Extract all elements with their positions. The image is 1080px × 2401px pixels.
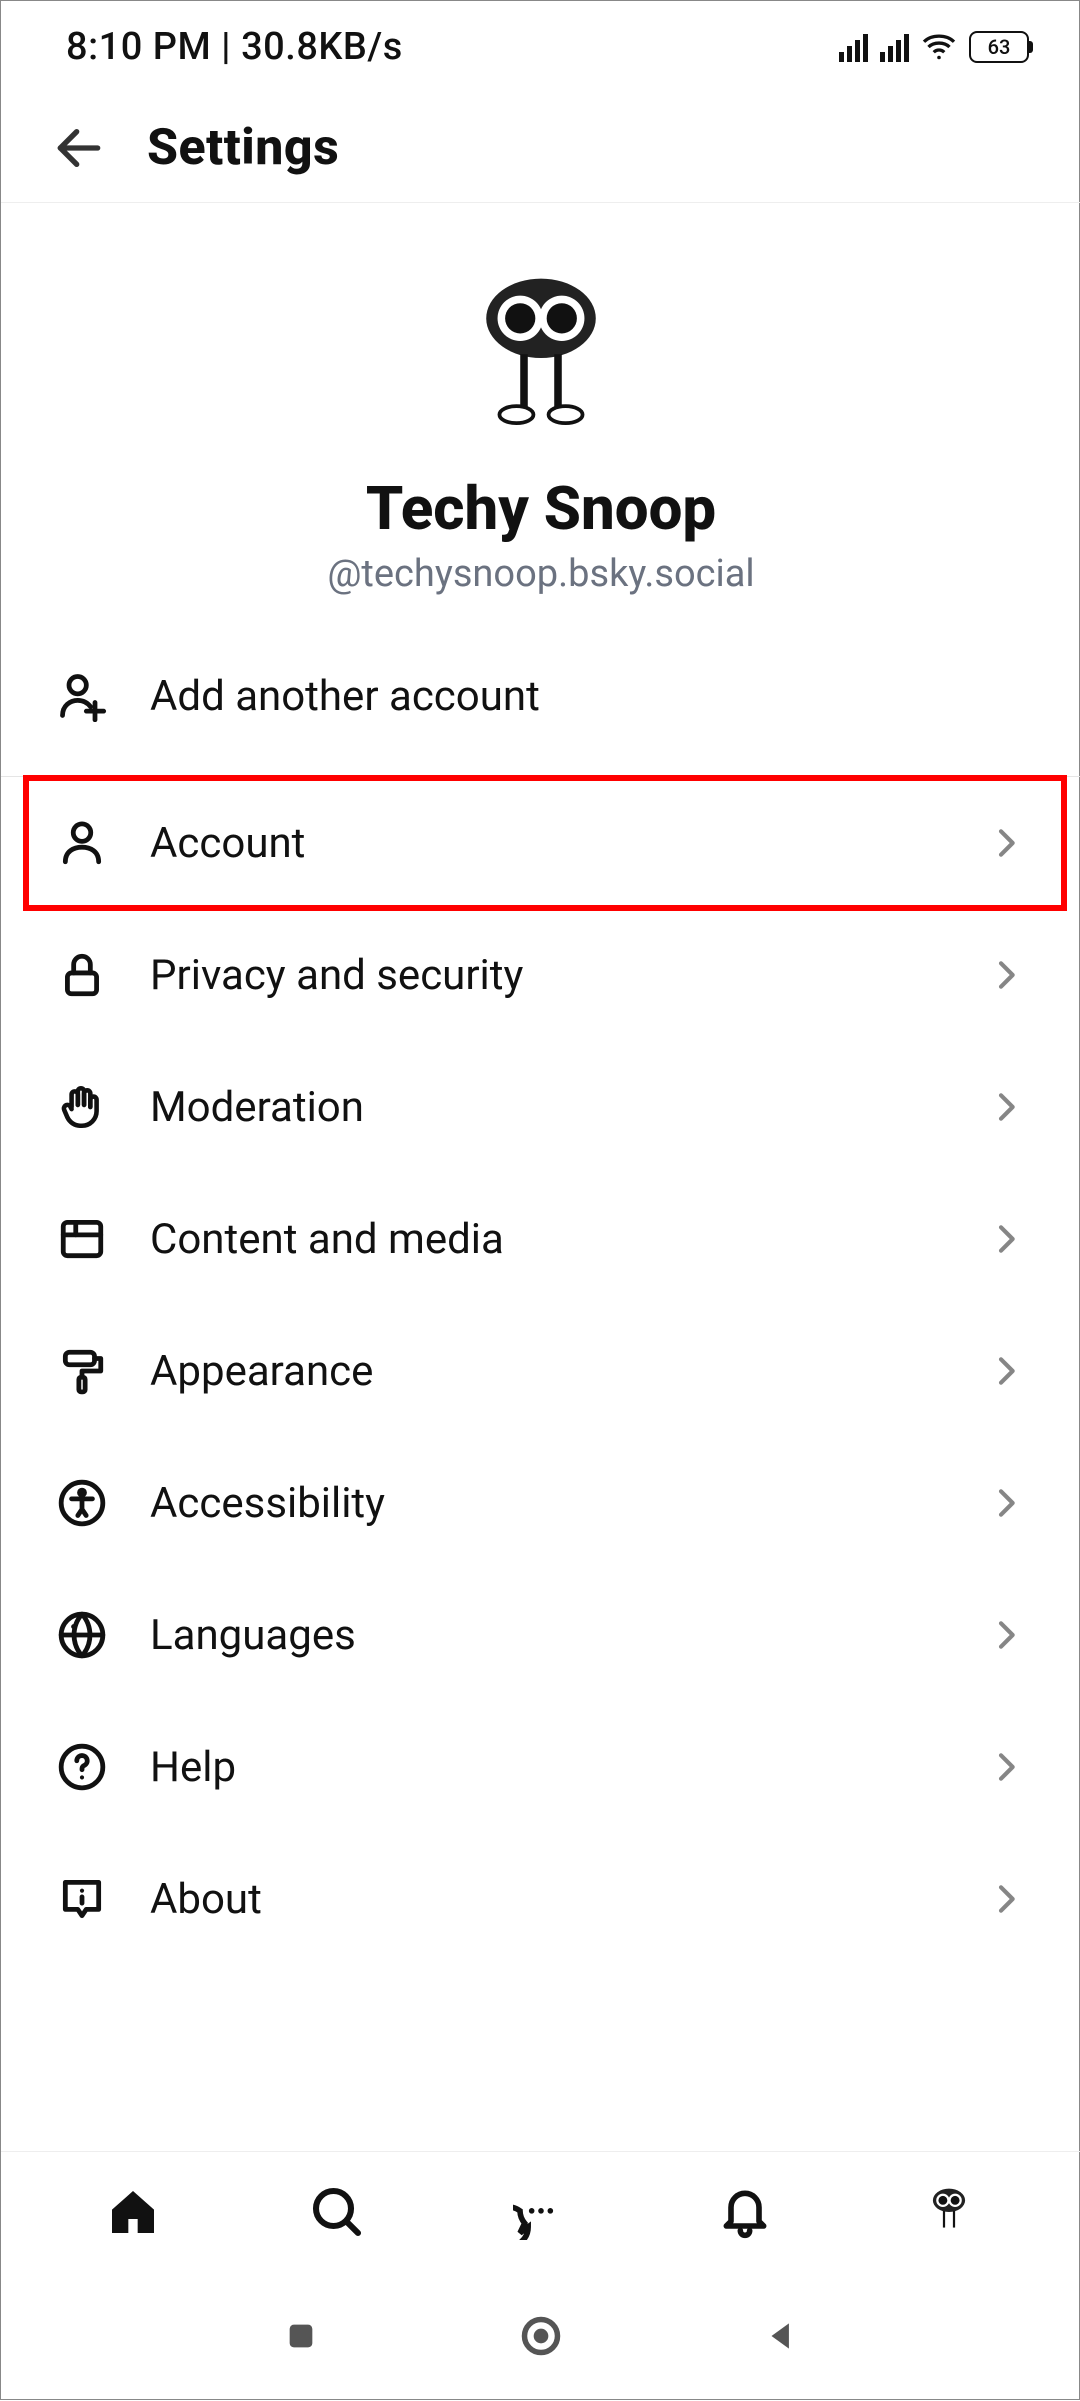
user-icon — [56, 817, 108, 869]
profile-handle: @techysnoop.bsky.social — [327, 552, 754, 596]
triangle-left-icon — [762, 2317, 800, 2355]
layout-icon — [56, 1213, 108, 1265]
status-bar: 8:10 PM | 30.8KB/s 63 — [1, 1, 1080, 93]
sys-recent[interactable] — [279, 2314, 324, 2359]
chevron-right-icon — [986, 1219, 1026, 1259]
settings-item-label: Accessibility — [150, 1479, 986, 1528]
arrow-left-icon — [51, 120, 107, 176]
profile-header[interactable]: Techy Snoop @techysnoop.bsky.social — [1, 203, 1080, 636]
system-nav — [1, 2271, 1080, 2401]
back-button[interactable] — [41, 110, 117, 186]
chevron-right-icon — [986, 1747, 1026, 1787]
cellular-signal-icon-2 — [880, 32, 909, 62]
battery-indicator: 63 — [969, 31, 1029, 63]
chevron-right-icon — [986, 1483, 1026, 1523]
page-title: Settings — [147, 119, 339, 177]
help-icon — [56, 1741, 108, 1793]
settings-item-label: Privacy and security — [150, 951, 986, 1000]
paint-roller-icon — [56, 1345, 108, 1397]
chevron-right-icon — [986, 955, 1026, 995]
hand-icon — [56, 1081, 108, 1133]
settings-item-help[interactable]: Help — [1, 1701, 1080, 1833]
sys-back[interactable] — [759, 2314, 804, 2359]
settings-item-label: Content and media — [150, 1215, 986, 1264]
settings-item-languages[interactable]: Languages — [1, 1569, 1080, 1701]
nav-profile[interactable] — [921, 2184, 977, 2240]
chevron-right-icon — [986, 1087, 1026, 1127]
settings-item-content[interactable]: Content and media — [1, 1173, 1080, 1305]
lock-icon — [56, 949, 108, 1001]
nav-search[interactable] — [309, 2184, 365, 2240]
chevron-right-icon — [986, 1351, 1026, 1391]
chevron-right-icon — [986, 1879, 1026, 1919]
add-account-row[interactable]: Add another account — [1, 636, 1080, 756]
chevron-right-icon — [986, 1615, 1026, 1655]
app-bar: Settings — [1, 93, 1080, 203]
settings-item-moderation[interactable]: Moderation — [1, 1041, 1080, 1173]
bell-icon — [717, 2184, 773, 2240]
settings-item-label: Languages — [150, 1611, 986, 1660]
home-icon — [105, 2184, 161, 2240]
settings-item-about[interactable]: About — [1, 1833, 1080, 1965]
profile-display-name: Techy Snoop — [366, 473, 716, 544]
settings-item-label: Help — [150, 1743, 986, 1792]
chat-icon — [513, 2184, 569, 2240]
wifi-icon — [921, 29, 957, 65]
settings-item-account[interactable]: Account — [1, 777, 1080, 909]
circle-icon — [519, 2314, 563, 2358]
add-account-label: Add another account — [150, 672, 1026, 721]
status-indicators: 63 — [839, 29, 1029, 65]
nav-notifications[interactable] — [717, 2184, 773, 2240]
settings-item-label: Moderation — [150, 1083, 986, 1132]
settings-item-privacy[interactable]: Privacy and security — [1, 909, 1080, 1041]
sys-home[interactable] — [519, 2314, 564, 2359]
avatar-icon — [924, 2187, 974, 2237]
user-plus-icon — [56, 670, 108, 722]
avatar — [456, 273, 626, 443]
accessibility-icon — [56, 1477, 108, 1529]
info-icon — [56, 1873, 108, 1925]
settings-item-label: Account — [150, 819, 986, 868]
settings-content: Techy Snoop @techysnoop.bsky.social Add … — [1, 203, 1080, 2151]
status-time-net: 8:10 PM | 30.8KB/s — [66, 25, 403, 69]
settings-item-label: Appearance — [150, 1347, 986, 1396]
chevron-right-icon — [986, 823, 1026, 863]
cellular-signal-icon — [839, 32, 868, 62]
nav-home[interactable] — [105, 2184, 161, 2240]
settings-item-appearance[interactable]: Appearance — [1, 1305, 1080, 1437]
globe-icon — [56, 1609, 108, 1661]
settings-item-accessibility[interactable]: Accessibility — [1, 1437, 1080, 1569]
nav-chat[interactable] — [513, 2184, 569, 2240]
bottom-nav — [1, 2151, 1080, 2271]
battery-level: 63 — [988, 35, 1011, 59]
search-icon — [309, 2184, 365, 2240]
settings-item-label: About — [150, 1875, 986, 1924]
square-icon — [284, 2319, 318, 2353]
